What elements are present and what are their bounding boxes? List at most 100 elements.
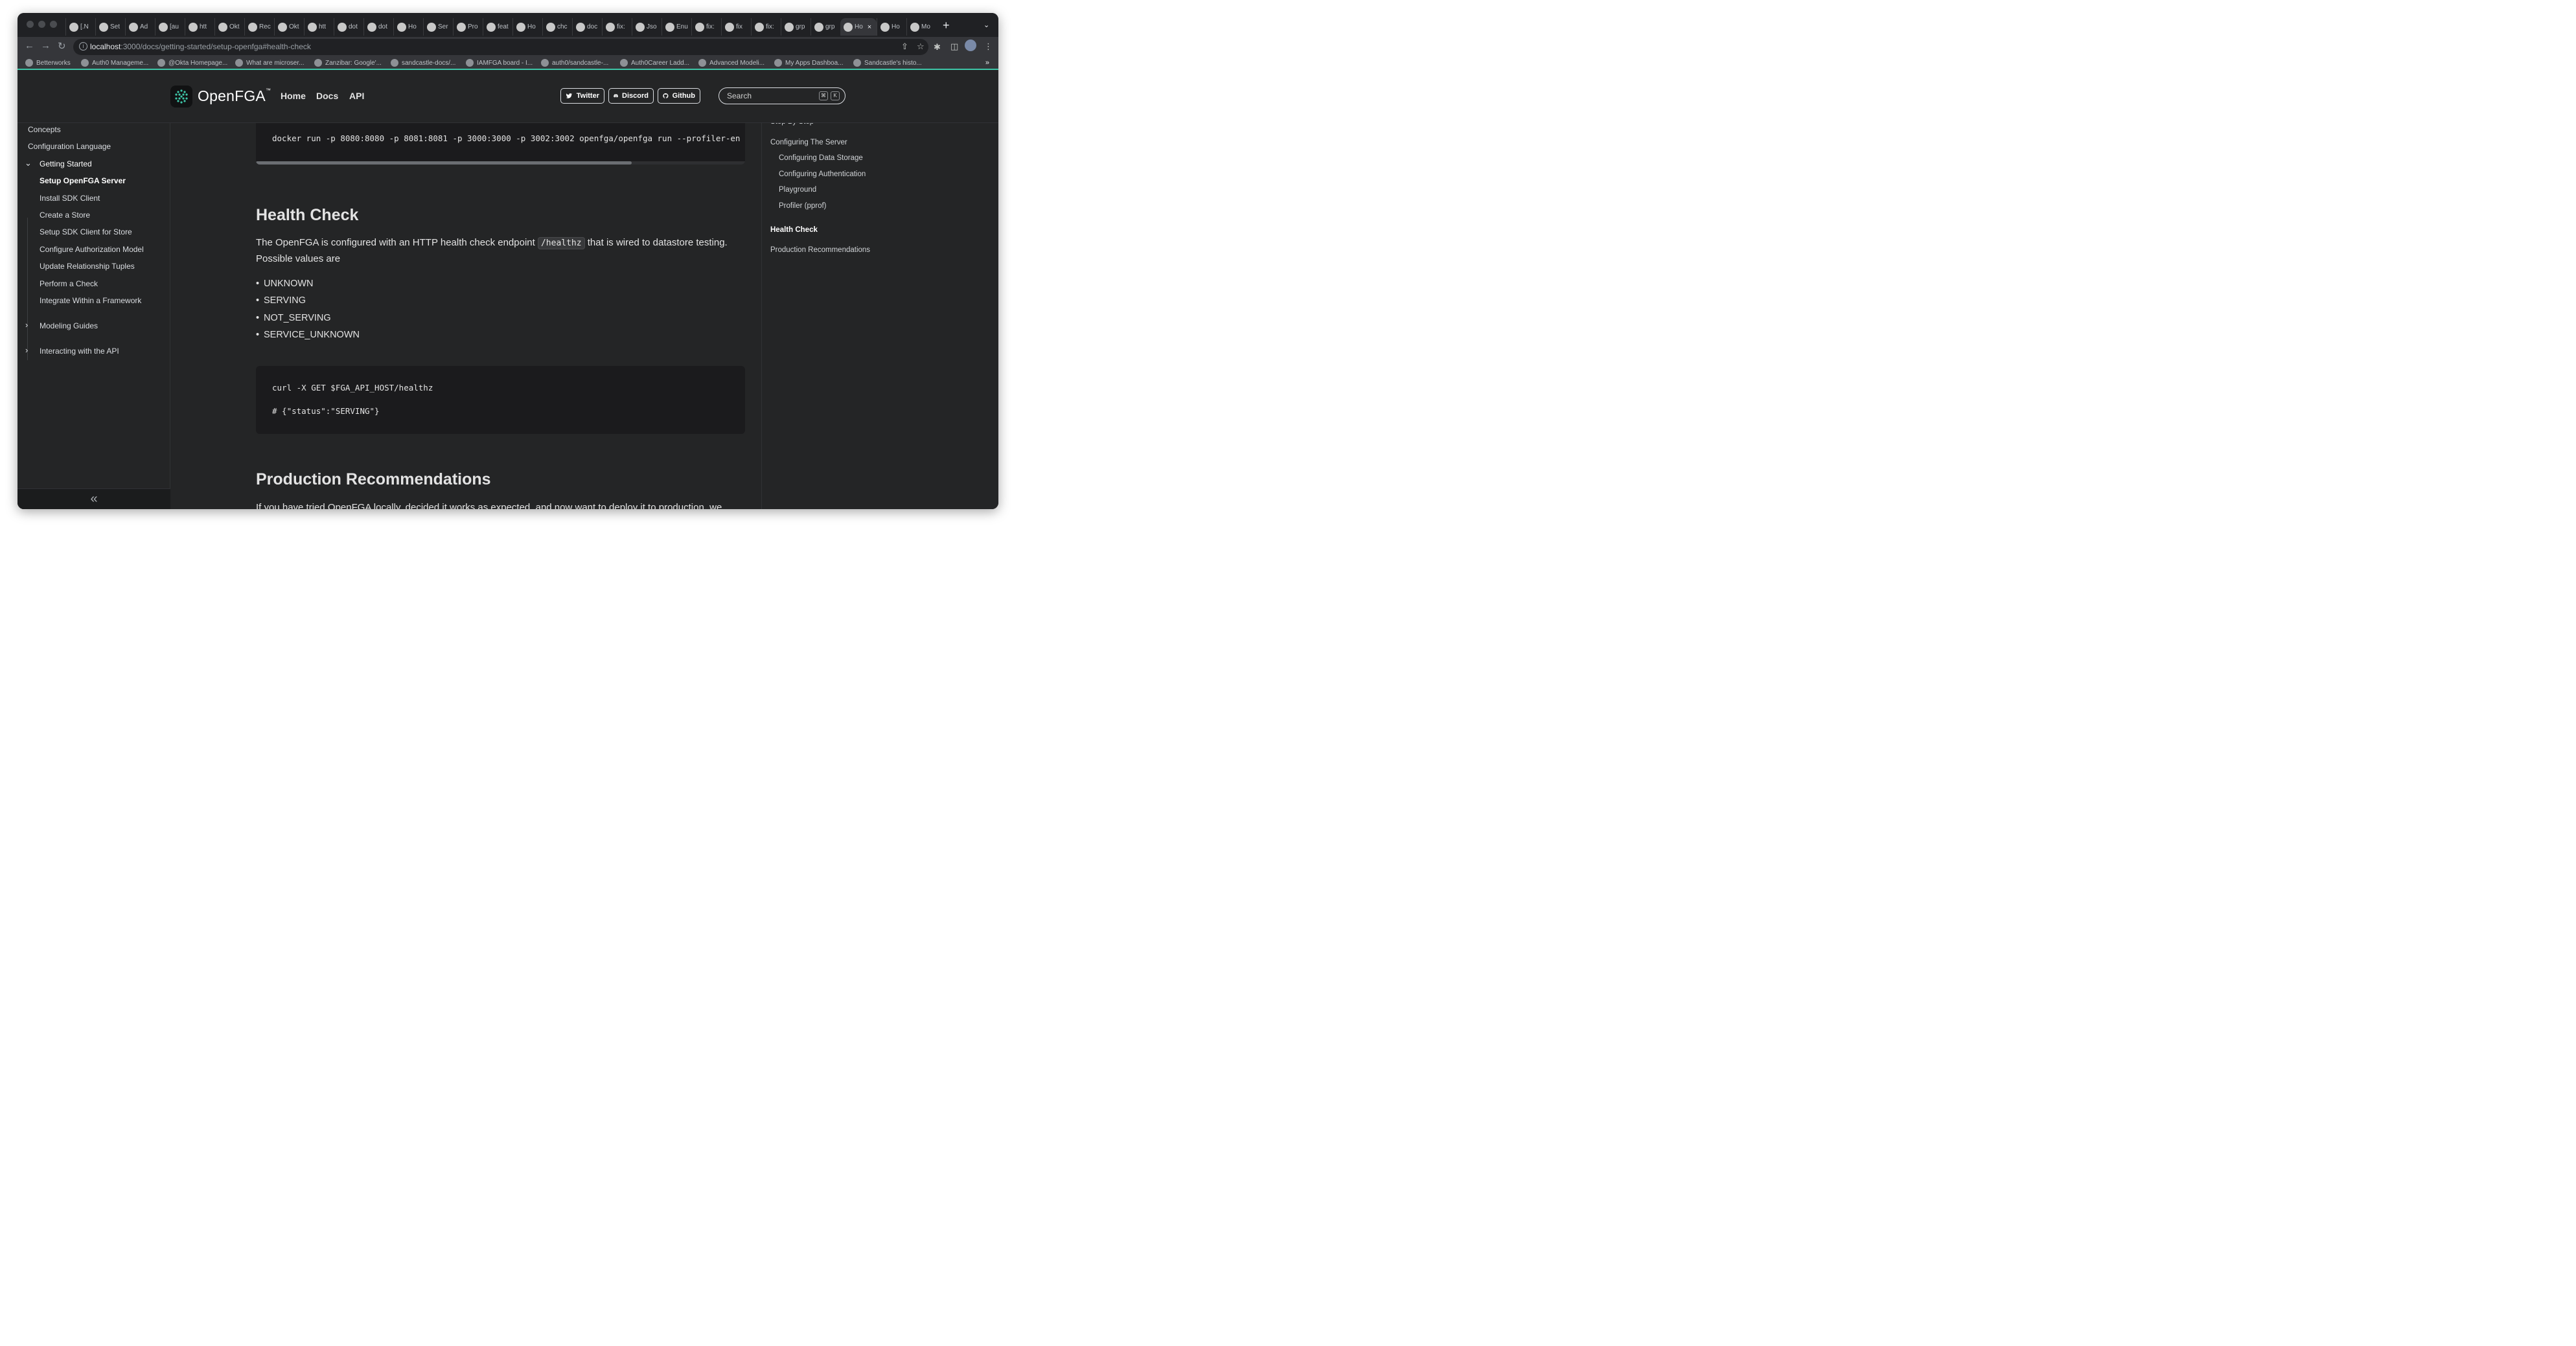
forward-icon[interactable]: → bbox=[41, 40, 51, 51]
collapse-sidebar-button[interactable]: « bbox=[17, 488, 170, 509]
bookmark-item[interactable]: What are microser... bbox=[235, 59, 304, 67]
browser-tab[interactable]: [.N bbox=[65, 18, 95, 36]
browser-tab[interactable]: fix: bbox=[691, 18, 721, 36]
logo-text[interactable]: OpenFGA™ bbox=[198, 87, 271, 105]
toc-item-profiler[interactable]: Profiler (pprof) bbox=[779, 202, 827, 210]
toc-item-configuring-the-server[interactable]: Configuring The Server bbox=[770, 139, 847, 146]
toc-item-configuring-authentication[interactable]: Configuring Authentication bbox=[779, 170, 866, 178]
curl-code-block[interactable]: curl -X GET $FGA_API_HOST/healthz # {"st… bbox=[256, 366, 745, 434]
minimize-window-icon[interactable] bbox=[38, 21, 45, 28]
sidebar-item-configure-authorization-model[interactable]: Configure Authorization Model bbox=[40, 245, 144, 254]
bookmark-favicon-icon bbox=[698, 59, 706, 67]
browser-tab[interactable]: Okt bbox=[274, 18, 304, 36]
maximize-window-icon[interactable] bbox=[50, 21, 57, 28]
bookmark-label: sandcastle-docs/... bbox=[402, 59, 456, 67]
more-bookmarks-icon[interactable]: » bbox=[985, 59, 989, 67]
profile-avatar[interactable] bbox=[965, 40, 976, 51]
site-info-icon[interactable]: i bbox=[79, 42, 87, 51]
browser-tab[interactable]: Enu bbox=[661, 18, 691, 36]
side-panel-icon[interactable]: ◫ bbox=[950, 41, 958, 52]
browser-tab[interactable]: dot bbox=[363, 18, 393, 36]
bookmark-item[interactable]: IAMFGA board - I... bbox=[466, 59, 533, 67]
sidebar-item-modeling-guides[interactable]: Modeling Guides bbox=[40, 321, 98, 330]
nav-docs-link[interactable]: Docs bbox=[316, 91, 338, 101]
bookmark-star-icon[interactable]: ☆ bbox=[917, 41, 925, 52]
chevron-down-icon[interactable]: ⌄ bbox=[25, 158, 32, 168]
browser-tab[interactable]: Ho bbox=[877, 18, 906, 36]
browser-tab[interactable]: dot bbox=[334, 18, 363, 36]
browser-tab[interactable]: Pro bbox=[453, 18, 483, 36]
close-tab-icon[interactable]: × bbox=[868, 23, 871, 31]
sidebar-item-getting-started[interactable]: Getting Started bbox=[40, 159, 92, 168]
sidebar-item-setup-openfga-server[interactable]: Setup OpenFGA Server bbox=[40, 176, 126, 185]
twitter-button[interactable]: Twitter bbox=[560, 88, 604, 104]
browser-tab[interactable]: Ad bbox=[125, 18, 155, 36]
browser-menu-icon[interactable]: ⋮ bbox=[984, 41, 993, 52]
github-button[interactable]: Github bbox=[658, 88, 700, 104]
back-icon[interactable]: ← bbox=[25, 40, 34, 51]
sidebar-item-update-relationship-tuples[interactable]: Update Relationship Tuples bbox=[40, 262, 135, 271]
bookmark-item[interactable]: @Okta Homepage... bbox=[157, 59, 227, 67]
toc-item-configuring-data-storage[interactable]: Configuring Data Storage bbox=[779, 154, 863, 162]
bookmark-item[interactable]: Zanzibar: Google'... bbox=[314, 59, 382, 67]
browser-tab[interactable]: doc bbox=[572, 18, 602, 36]
toc-item-production-recommendations[interactable]: Production Recommendations bbox=[770, 246, 870, 254]
browser-tab[interactable]: fix bbox=[721, 18, 751, 36]
bookmark-item[interactable]: Sandcastle's histo... bbox=[853, 59, 922, 67]
sidebar-item-perform-a-check[interactable]: Perform a Check bbox=[40, 279, 98, 288]
nav-api-link[interactable]: API bbox=[349, 91, 364, 101]
sidebar-item-create-a-store[interactable]: Create a Store bbox=[40, 211, 90, 220]
browser-tab[interactable]: Ser bbox=[423, 18, 453, 36]
browser-tab[interactable]: chc bbox=[542, 18, 572, 36]
address-bar[interactable]: i localhost:3000/docs/getting-started/se… bbox=[73, 39, 928, 55]
browser-tab[interactable]: grp bbox=[781, 18, 811, 36]
tab-active[interactable]: Ho × bbox=[840, 18, 877, 36]
sidebar-item-integrate-within-a-framework[interactable]: Integrate Within a Framework bbox=[40, 296, 141, 305]
browser-tab[interactable]: Mo bbox=[906, 18, 936, 36]
browser-tab[interactable]: Rec bbox=[244, 18, 274, 36]
browser-tab[interactable]: fix: bbox=[751, 18, 781, 36]
browser-tab[interactable]: Ho bbox=[512, 18, 542, 36]
openfga-logo-icon[interactable] bbox=[170, 86, 192, 108]
browser-tab[interactable]: Ho bbox=[393, 18, 423, 36]
bookmark-item[interactable]: Auth0Career Ladd... bbox=[620, 59, 689, 67]
share-icon[interactable]: ⇧ bbox=[901, 41, 908, 52]
sidebar-item-setup-sdk-client-for-store[interactable]: Setup SDK Client for Store bbox=[40, 227, 132, 236]
docker-code-block[interactable]: docker run -p 8080:8080 -p 8081:8081 -p … bbox=[256, 119, 745, 165]
discord-button[interactable]: Discord bbox=[608, 88, 654, 104]
nav-home-link[interactable]: Home bbox=[281, 91, 306, 101]
sidebar-item-configuration-language[interactable]: Configuration Language bbox=[28, 142, 111, 151]
code-scrollbar-thumb[interactable] bbox=[256, 161, 632, 165]
chevron-right-icon[interactable]: › bbox=[25, 345, 28, 355]
close-window-icon[interactable] bbox=[27, 21, 34, 28]
browser-tab[interactable]: [au bbox=[155, 18, 185, 36]
browser-tab[interactable]: Set bbox=[95, 18, 125, 36]
code-scrollbar[interactable] bbox=[256, 161, 745, 165]
browser-tab[interactable]: feat bbox=[483, 18, 512, 36]
search-input[interactable] bbox=[727, 91, 818, 100]
toc-item-playground[interactable]: Playground bbox=[779, 186, 816, 194]
bookmark-item[interactable]: Advanced Modeli... bbox=[698, 59, 765, 67]
new-tab-icon[interactable]: + bbox=[943, 19, 950, 32]
bookmark-item[interactable]: Auth0 Manageme... bbox=[81, 59, 148, 67]
tab-search-chevron-icon[interactable]: ⌄ bbox=[983, 21, 989, 29]
browser-tab[interactable]: grp bbox=[811, 18, 840, 36]
sidebar-item-interacting-with-the-api[interactable]: Interacting with the API bbox=[40, 347, 119, 356]
extensions-icon[interactable]: ✱ bbox=[934, 42, 941, 52]
browser-tab[interactable]: htt bbox=[304, 18, 334, 36]
chevron-right-icon[interactable]: › bbox=[25, 320, 28, 330]
browser-tab[interactable]: htt bbox=[185, 18, 214, 36]
sidebar-item-concepts[interactable]: Concepts bbox=[28, 125, 61, 134]
browser-tab[interactable]: fix: bbox=[602, 18, 632, 36]
reload-icon[interactable]: ↻ bbox=[58, 40, 66, 52]
bookmark-item[interactable]: My Apps Dashboa... bbox=[774, 59, 844, 67]
sidebar-item-install-sdk-client[interactable]: Install SDK Client bbox=[40, 194, 100, 203]
url-text[interactable]: localhost:3000/docs/getting-started/setu… bbox=[90, 42, 311, 51]
bookmark-item[interactable]: Betterworks bbox=[25, 59, 71, 67]
browser-tab[interactable]: Okt bbox=[214, 18, 244, 36]
search-box[interactable]: ⌘ K bbox=[719, 87, 845, 104]
bookmark-item[interactable]: sandcastle-docs/... bbox=[391, 59, 455, 67]
toc-item-health-check[interactable]: Health Check bbox=[770, 226, 818, 234]
bookmark-item[interactable]: auth0/sandcastle-... bbox=[541, 59, 608, 67]
browser-tab[interactable]: Jso bbox=[632, 18, 661, 36]
